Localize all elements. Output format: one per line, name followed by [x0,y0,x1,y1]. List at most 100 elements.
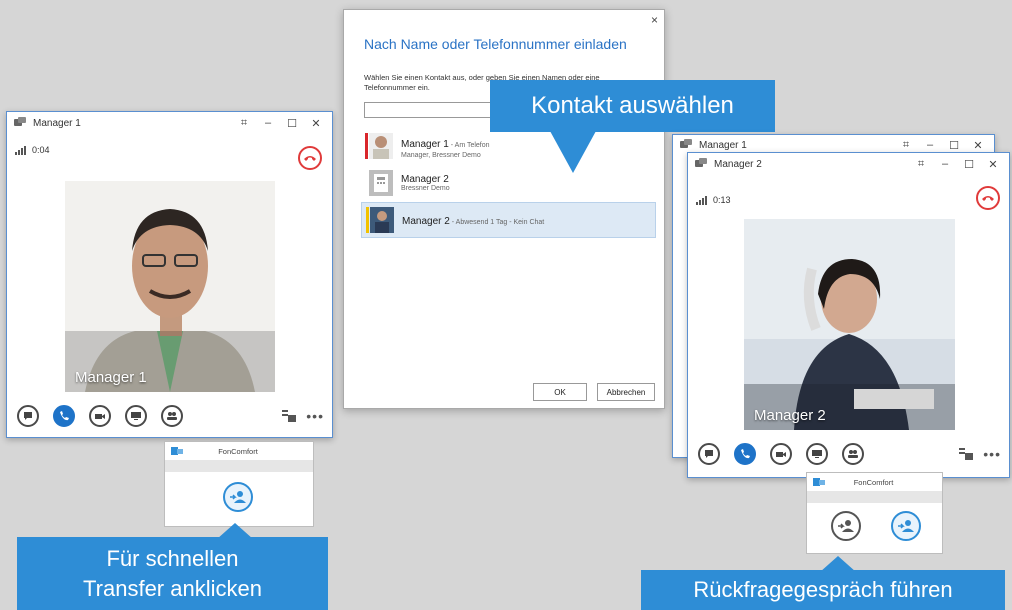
contact-photo [366,207,394,233]
transfer-user-icon [230,491,246,503]
call-window-manager-1: Manager 1 ⌗ – ☐ ✕ 0:04 Manager 1 ••• [6,111,333,438]
contact-photo [365,133,393,159]
foncomfort-panel-right: FonComfort [806,472,943,554]
video-button[interactable] [770,443,792,465]
dialog-close-button[interactable]: × [651,13,658,27]
window-title: Manager 1 [33,117,81,129]
contact-status-note: - Am Telefon [448,141,490,149]
call-transfer-icon[interactable] [959,448,974,460]
callout-arrow-down [550,131,596,173]
callout-consult-text: Rückfragegespräch führen [693,577,953,602]
call-button[interactable] [53,405,75,427]
quick-transfer-button[interactable] [891,511,921,541]
call-controls: ••• [698,441,1001,467]
foncomfort-brand: FonComfort [218,446,258,456]
participants-button[interactable] [161,405,183,427]
call-button[interactable] [734,443,756,465]
foncomfort-header: FonComfort [807,473,942,491]
fullscreen-icon[interactable]: ⌗ [232,114,256,132]
more-options-icon[interactable]: ••• [983,446,1001,462]
participant-photo [744,219,955,430]
present-button[interactable] [806,443,828,465]
contact-status-note: - Abwesend 1 Tag - Kein Chat [449,219,545,226]
callout-arrow-up [217,523,253,539]
callout-select-text: Kontakt auswählen [531,92,734,119]
chat-icon [24,412,32,420]
video-participant-label: Manager 2 [754,407,826,424]
quick-transfer-button[interactable] [223,482,253,512]
call-window-manager-2: Manager 2 ⌗ – ☐ ✕ 0:13 Manager 2 ••• [687,152,1010,478]
transfer-user-icon [838,520,854,532]
call-duration: 0:04 [32,145,50,155]
lync-app-icon [13,116,27,130]
video-participant-label: Manager 1 [75,369,147,386]
callout-transfer-line2: Transfer anklicken [83,575,262,601]
phone-mic-icon [60,411,69,421]
chat-button[interactable] [698,443,720,465]
foncomfort-brand: FonComfort [853,477,894,487]
foncomfort-panel-left: FonComfort [164,441,314,527]
foncomfort-header: FonComfort [165,442,313,460]
callout-consultation: Rückfragegespräch führen [641,570,1005,610]
call-controls: ••• [17,403,324,429]
window-titlebar: Manager 1 ⌗ – ☐ ✕ [7,112,332,134]
contact-name: Manager 2 [401,174,449,185]
contact-item-3[interactable]: Manager 2 - Abwesend 1 Tag - Kein Chat [361,202,656,238]
window-title: Manager 1 [699,139,747,151]
contact-subtitle: Manager, Bressner Demo [401,151,481,159]
hang-up-button[interactable] [298,146,322,170]
window-titlebar: Manager 2 ⌗ – ☐ ✕ [688,153,1009,175]
contact-item-1[interactable]: Manager 1 - Am Telefon Manager, Bressner… [361,128,656,164]
contact-item-2[interactable]: Manager 2 Bressner Demo [361,165,656,201]
camera-icon [776,452,786,457]
callout-transfer-line1: Für schnellen [106,545,239,571]
participant-photo [65,181,275,392]
signal-quality-icon [15,146,26,155]
hang-up-icon [982,196,994,201]
call-status: 0:04 [15,145,50,155]
contact-name: Manager 2 [402,216,450,227]
video-button[interactable] [89,405,111,427]
lync-app-icon [694,157,708,171]
presence-away-icon [366,207,369,233]
contact-name: Manager 1 [401,138,449,150]
lync-app-icon [679,138,693,152]
presence-busy-icon [365,133,368,159]
transfer-user-icon [898,520,914,532]
foncomfort-status-bar [807,491,942,503]
participants-button[interactable] [842,443,864,465]
call-duration: 0:13 [713,195,731,205]
minimize-button[interactable]: – [256,114,280,132]
maximize-button[interactable]: ☐ [957,155,981,173]
contact-subtitle: Bressner Demo [401,185,450,192]
minimize-button[interactable]: – [933,155,957,173]
call-status: 0:13 [696,195,731,205]
window-title: Manager 2 [714,158,762,170]
callout-quick-transfer: Für schnellen Transfer anklicken [17,537,328,610]
hang-up-icon [304,156,316,161]
present-button[interactable] [125,405,147,427]
phone-mic-icon [741,449,750,459]
contact-photo [369,170,393,196]
close-button[interactable]: ✕ [304,114,328,132]
callout-select-contact: Kontakt auswählen [490,80,775,132]
ok-button[interactable]: OK [533,383,587,401]
signal-quality-icon [696,196,707,205]
invite-dialog: × Nach Name oder Telefonnummer einladen … [343,9,665,409]
cancel-button[interactable]: Abbrechen [597,383,655,401]
more-options-icon[interactable]: ••• [306,408,324,424]
people-icon [167,412,177,420]
hang-up-button[interactable] [976,186,1000,210]
fullscreen-icon[interactable]: ⌗ [909,155,933,173]
call-transfer-icon[interactable] [282,410,297,422]
chat-button[interactable] [17,405,39,427]
dialog-title: Nach Name oder Telefonnummer einladen [364,36,627,52]
maximize-button[interactable]: ☐ [280,114,304,132]
people-icon [848,450,858,458]
close-button[interactable]: ✕ [981,155,1005,173]
lync-logo-icon [171,447,183,455]
consult-transfer-button[interactable] [831,511,861,541]
monitor-icon [131,412,141,420]
foncomfort-status-bar [165,460,313,472]
camera-icon [95,414,105,419]
